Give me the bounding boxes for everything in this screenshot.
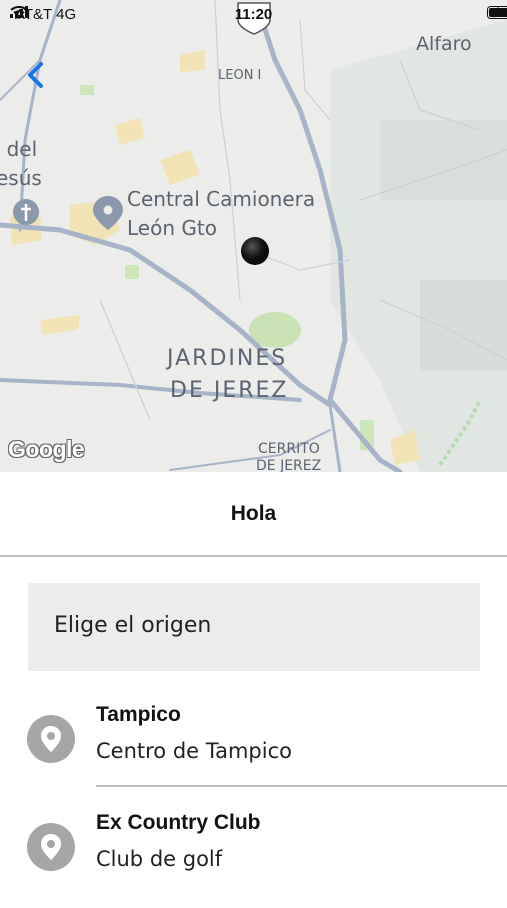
- map-label-cerrito-line2: DE JEREZ: [256, 458, 321, 472]
- google-logo: Google: [8, 436, 84, 463]
- place-name: Ex Country Club: [96, 811, 261, 835]
- location-pin-icon: [27, 715, 75, 763]
- origin-label: Elige el origen: [54, 613, 211, 638]
- place-name: Tampico: [96, 703, 181, 727]
- origin-input[interactable]: Elige el origen: [28, 583, 480, 671]
- map-label-jardines-line1: JARDINES: [167, 346, 287, 371]
- status-time: 11:20: [0, 6, 507, 23]
- list-item[interactable]: Ex Country Club Club de golf: [0, 803, 507, 908]
- place-subtitle: Centro de Tampico: [96, 739, 292, 763]
- location-pin-icon: [27, 823, 75, 871]
- chevron-left-icon[interactable]: [24, 60, 48, 90]
- map-label-jardines-line2: DE JEREZ: [170, 378, 288, 403]
- status-bar: AT&T 4G 11:20: [0, 0, 507, 30]
- divider: [96, 785, 507, 787]
- map-label-leon-i: LEON I: [218, 68, 261, 83]
- map-label-central-line1: Central Camionera: [127, 187, 315, 211]
- map-label-jesus: esús: [0, 166, 42, 190]
- page-title: Hola: [0, 502, 507, 526]
- list-item[interactable]: Tampico Centro de Tampico: [0, 695, 507, 800]
- map-view[interactable]: Alfaro LEON I o del esús Central Camione…: [0, 0, 507, 472]
- map-label-cerrito-line1: CERRITO: [258, 441, 320, 457]
- map-label-alfaro: Alfaro: [416, 33, 472, 55]
- map-marker-icon[interactable]: [241, 237, 269, 265]
- map-label-central-line2: León Gto: [127, 216, 217, 240]
- place-subtitle: Club de golf: [96, 847, 222, 871]
- map-label-del: o del: [0, 137, 37, 161]
- panel-header: Hola: [0, 472, 507, 557]
